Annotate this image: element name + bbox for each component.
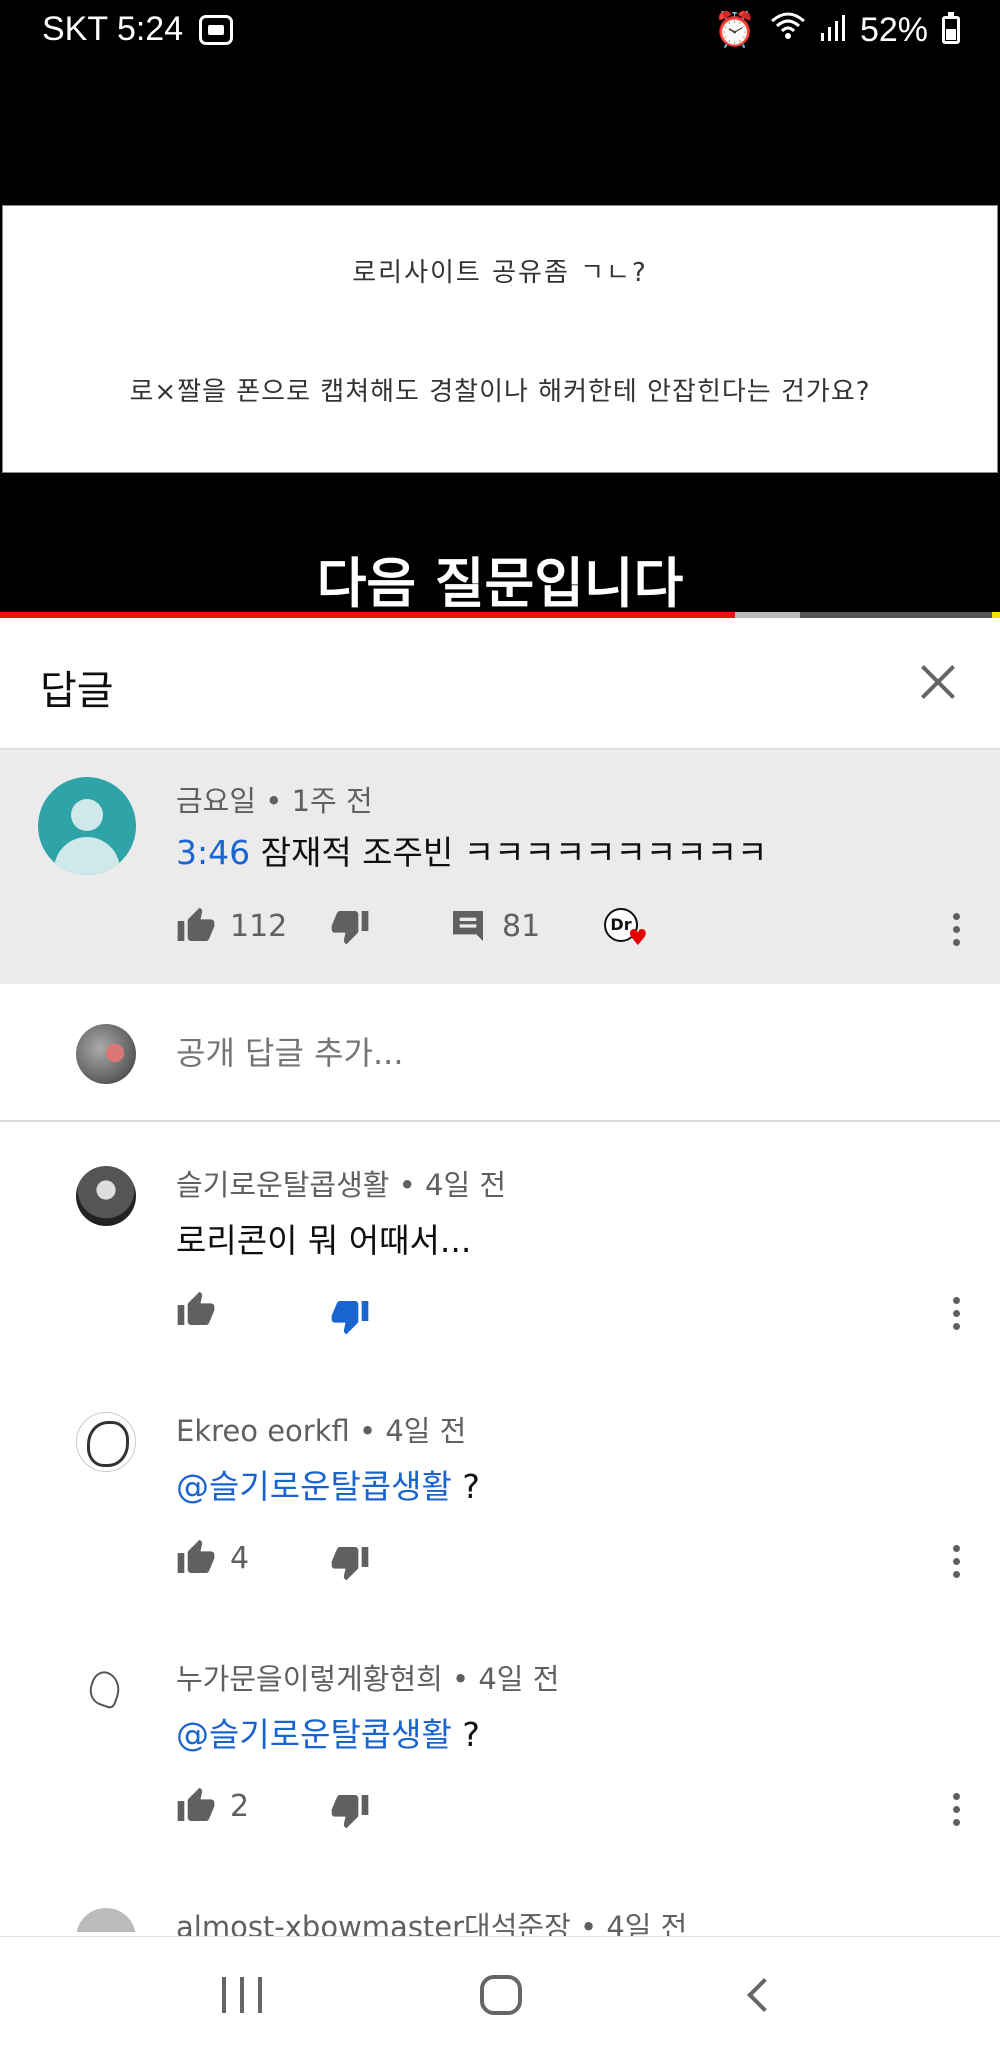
avatar[interactable] — [76, 1660, 136, 1720]
timestamp-link[interactable]: 3:46 — [176, 833, 250, 872]
app-notification-icon — [199, 14, 234, 45]
comment-body: ? — [451, 1467, 480, 1506]
recent-apps-icon[interactable] — [222, 1977, 262, 2013]
comment-author[interactable]: 누가문을이렇게황현희 — [176, 1662, 443, 1696]
dislike-button[interactable] — [330, 1542, 370, 1582]
comment-text: @슬기로운탈콥생활 ? — [176, 1708, 480, 1756]
system-nav-bar — [0, 1936, 1000, 2055]
replies-header: 답글 — [0, 618, 1000, 750]
list-item: almost-xbowmaster대석준장 • 4일 전 — [0, 1866, 1000, 1936]
comment-time: 4일 전 — [606, 1910, 688, 1936]
list-item: 슬기로운탈콥생활 • 4일 전 로리콘이 뭐 어때서... — [0, 1122, 1000, 1370]
thumbs-up-icon — [176, 1786, 216, 1826]
like-count: 4 — [230, 1540, 250, 1576]
like-button[interactable]: 4 — [176, 1538, 249, 1578]
signal-icon — [820, 11, 846, 50]
comment-text: 로리콘이 뭐 어때서... — [176, 1214, 471, 1262]
comment-text: 3:46 잠재적 조주빈 ㅋㅋㅋㅋㅋㅋㅋㅋㅋㅋ — [176, 826, 767, 874]
avatar[interactable] — [38, 777, 136, 875]
parent-comment: 금요일 • 1주 전 3:46 잠재적 조주빈 ㅋㅋㅋㅋㅋㅋㅋㅋㅋㅋ 112 8… — [0, 752, 1000, 984]
comment-actions — [0, 1290, 1000, 1340]
alarm-icon: ⏰ — [713, 11, 756, 49]
battery-text: 52% — [859, 10, 928, 49]
status-left: SKT 5:24 — [42, 10, 234, 49]
avatar[interactable] — [76, 1908, 136, 1936]
comment-actions: 2 — [0, 1786, 1000, 1836]
comment-meta: 금요일 • 1주 전 — [176, 778, 373, 820]
like-button[interactable] — [176, 1290, 230, 1330]
meta-separator: • — [389, 1168, 425, 1202]
avatar — [76, 1024, 136, 1084]
comment-meta: Ekreo eorkfl • 4일 전 — [176, 1408, 466, 1450]
more-options-icon[interactable] — [950, 1790, 962, 1830]
meta-separator: • — [442, 1662, 479, 1696]
reply-count: 81 — [502, 908, 541, 944]
list-item: Ekreo eorkfl • 4일 전 @슬기로운탈콥생활 ? 4 — [0, 1370, 1000, 1618]
thumbs-up-icon — [176, 906, 216, 946]
comment-icon — [448, 906, 488, 946]
close-icon[interactable] — [910, 654, 966, 710]
battery-icon — [942, 12, 960, 44]
meta-separator: • — [570, 1910, 607, 1936]
thumbs-down-icon — [330, 1790, 370, 1830]
mention-link[interactable]: @슬기로운탈콥생활 — [176, 1467, 452, 1506]
comment-meta: almost-xbowmaster대석준장 • 4일 전 — [176, 1904, 687, 1936]
status-bar: SKT 5:24 ⏰ 52% — [0, 0, 1000, 64]
meta-separator: • — [256, 784, 292, 818]
like-button[interactable]: 112 — [176, 906, 287, 946]
thumbs-up-icon — [176, 1538, 216, 1578]
list-item: 누가문을이렇게황현희 • 4일 전 @슬기로운탈콥생활 ? 2 — [0, 1618, 1000, 1866]
comment-time: 4일 전 — [478, 1662, 560, 1696]
carrier-time: SKT 5:24 — [42, 10, 184, 48]
comment-time: 4일 전 — [425, 1168, 507, 1202]
wifi-icon — [770, 11, 806, 50]
comment-author[interactable]: almost-xbowmaster대석준장 — [176, 1910, 571, 1936]
more-options-icon[interactable] — [950, 910, 962, 950]
more-options-icon[interactable] — [950, 1294, 962, 1334]
thumbs-up-icon — [176, 1290, 216, 1330]
dislike-button[interactable] — [330, 1790, 370, 1830]
avatar[interactable] — [76, 1166, 136, 1226]
comment-actions: 4 — [0, 1538, 1000, 1588]
reply-count-button[interactable]: 81 — [448, 906, 540, 946]
video-question-card: 로리사이트 공유좀 ㄱㄴ? 로×짤을 폰으로 캡쳐해도 경찰이나 해커한테 안잡… — [2, 205, 998, 473]
like-button[interactable]: 2 — [176, 1786, 249, 1826]
add-reply-input[interactable] — [176, 1028, 936, 1078]
avatar[interactable] — [76, 1412, 136, 1472]
dislike-button[interactable] — [330, 1296, 370, 1336]
meta-separator: • — [349, 1414, 386, 1448]
comment-author[interactable]: 슬기로운탈콥생활 — [176, 1168, 389, 1202]
comment-meta: 슬기로운탈콥생활 • 4일 전 — [176, 1162, 506, 1204]
video-question-1: 로리사이트 공유좀 ㄱㄴ? — [352, 258, 648, 288]
video-player[interactable]: 로리사이트 공유좀 ㄱㄴ? 로×짤을 폰으로 캡쳐해도 경찰이나 해커한테 안잡… — [0, 64, 1000, 618]
status-right: ⏰ 52% — [714, 10, 960, 50]
like-count: 112 — [230, 908, 288, 944]
comment-author[interactable]: Ekreo eorkfl — [176, 1414, 350, 1448]
comment-meta: 누가문을이렇게황현희 • 4일 전 — [176, 1656, 559, 1698]
video-caption: 다음 질문입니다 — [316, 552, 684, 615]
more-options-icon[interactable] — [950, 1542, 962, 1582]
comment-time: 1주 전 — [291, 784, 373, 818]
comment-body: 로리콘이 뭐 어때서... — [176, 1221, 472, 1260]
thumbs-down-icon — [330, 1542, 370, 1582]
video-question-2: 로×짤을 폰으로 캡쳐해도 경찰이나 해커한테 안잡힌다는 건가요? — [129, 377, 871, 407]
creator-heart-icon: Dr ♥ — [604, 908, 648, 951]
home-icon[interactable] — [480, 1975, 522, 2015]
replies-title: 답글 — [40, 668, 114, 714]
comment-body: ? — [451, 1715, 480, 1754]
back-icon[interactable] — [747, 1978, 781, 2012]
comment-body: 잠재적 조주빈 ㅋㅋㅋㅋㅋㅋㅋㅋㅋㅋ — [250, 833, 768, 872]
heart-icon: ♥ — [628, 926, 648, 951]
comment-text: @슬기로운탈콥생활 ? — [176, 1460, 480, 1508]
comment-actions: 112 81 Dr ♥ — [0, 906, 1000, 956]
dislike-button[interactable] — [330, 906, 370, 946]
thumbs-down-icon — [330, 906, 370, 946]
thumbs-down-icon — [330, 1296, 370, 1336]
add-reply-row — [0, 984, 1000, 1122]
like-count: 2 — [230, 1788, 250, 1824]
mention-link[interactable]: @슬기로운탈콥생활 — [176, 1715, 452, 1754]
comment-author[interactable]: 금요일 — [176, 784, 256, 818]
comment-time: 4일 전 — [385, 1414, 467, 1448]
